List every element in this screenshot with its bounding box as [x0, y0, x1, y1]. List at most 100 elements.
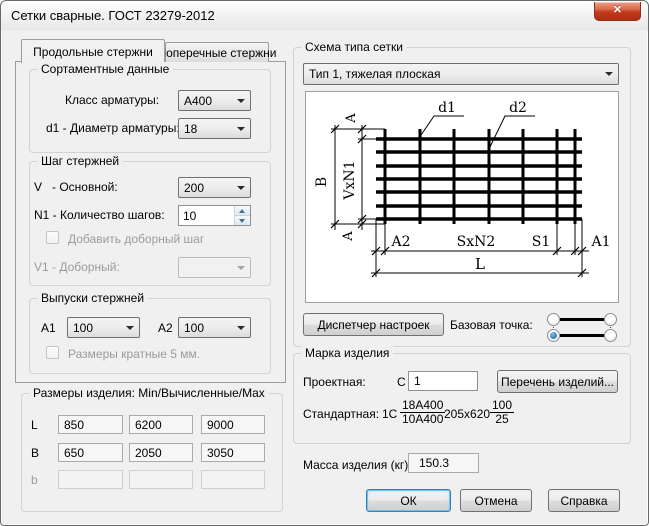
standard-mark-fraction-2: 100 25	[490, 399, 514, 426]
a2-outlet-select[interactable]: 100	[178, 317, 251, 338]
project-mark-prefix: С	[397, 375, 406, 389]
diagram-label-S1: S1	[532, 234, 551, 250]
diagram-label-d2: d2	[509, 100, 527, 116]
rebar-class-label: Класс арматуры:	[65, 93, 159, 107]
project-mark-input[interactable]	[408, 371, 478, 391]
spinner-up-button[interactable]	[235, 206, 250, 216]
multiple-of-5-checkbox-label: Размеры кратные 5 мм.	[68, 347, 200, 361]
diagram-label-A-top: A	[344, 113, 359, 124]
a1-outlet-value: 100	[73, 321, 122, 335]
standard-mark-prefix: 1С	[382, 407, 397, 421]
chevron-down-icon	[237, 326, 245, 330]
group-sortament-title: Сортаментные данные	[37, 62, 173, 76]
window-title: Сетки сварные. ГОСТ 23279-2012	[11, 8, 215, 23]
close-button[interactable]: ✕	[594, 2, 641, 21]
standard-mark-label: Стандартная:	[303, 407, 379, 421]
v1-extra-step-select	[178, 257, 251, 278]
diagram-label-SxN2: SxN2	[457, 234, 496, 250]
diagram-label-VxN1: VxN1	[342, 160, 358, 200]
group-step-title: Шаг стержней	[37, 154, 123, 168]
mass-field[interactable]	[408, 453, 479, 473]
title-bar: Сетки сварные. ГОСТ 23279-2012	[1, 1, 648, 30]
group-sortament	[29, 69, 271, 153]
n1-steps-count-input[interactable]	[179, 206, 234, 225]
group-mark-title: Марка изделия	[301, 346, 393, 360]
a2-outlet-label: A2	[158, 321, 173, 335]
mesh-type-select[interactable]: Тип 1, тяжелая плоская	[303, 63, 619, 85]
d1-diameter-value: 18	[184, 122, 233, 136]
size-b-calc-field	[129, 470, 193, 489]
group-mark	[293, 353, 631, 444]
diagram-label-B: B	[314, 177, 330, 187]
d1-diameter-label: d1 - Диаметр арматуры:	[46, 121, 180, 135]
dialog-window: Сетки сварные. ГОСТ 23279-2012 ✕ Продоль…	[0, 0, 649, 526]
base-point-label: Базовая точка:	[450, 318, 533, 332]
n1-steps-count-spinner[interactable]	[178, 205, 251, 226]
ok-button[interactable]: ОК	[366, 489, 451, 512]
fraction-numerator: 100	[490, 399, 514, 413]
mesh-type-value: Тип 1, тяжелая плоская	[309, 67, 601, 81]
diagram-label-A-bottom: A	[341, 231, 356, 242]
chevron-down-icon	[237, 186, 245, 190]
size-B-min-field[interactable]	[58, 443, 123, 462]
size-row-b-label: b	[31, 473, 38, 487]
chevron-down-icon	[237, 99, 245, 103]
n1-steps-count-label: N1 - Количество шагов:	[34, 208, 165, 222]
size-B-calc-field[interactable]	[129, 443, 193, 462]
mesh-diagram: d1 d2	[306, 92, 618, 302]
size-row-L-label: L	[31, 418, 38, 432]
mass-label: Масса изделия (кг):	[303, 458, 412, 472]
size-b-max-field	[201, 470, 265, 489]
base-point-radio-top-right[interactable]	[604, 313, 617, 326]
fraction-denominator: 25	[490, 413, 514, 426]
v-main-step-label: V - Основной:	[34, 180, 118, 194]
chevron-down-icon	[237, 266, 245, 270]
diagram-label-L: L	[475, 255, 485, 273]
standard-mark-fraction-1: 18A400 10A400	[400, 399, 445, 426]
d1-diameter-select[interactable]: 18	[178, 118, 251, 139]
standard-mark-size: 205x620	[444, 407, 490, 421]
base-point-radio-top-left[interactable]	[547, 313, 560, 326]
diagram-label-A2: A2	[390, 234, 410, 250]
rebar-class-select[interactable]: A400	[178, 90, 251, 111]
spinner-down-button[interactable]	[235, 216, 250, 225]
base-point-radio-bottom-right[interactable]	[604, 329, 617, 342]
extra-step-checkbox-label: Добавить доборный шаг	[68, 232, 204, 246]
group-sizes-title: Размеры изделия: Min/Вычисленные/Max	[29, 386, 269, 400]
v1-extra-step-label: V1 - Доборный:	[34, 260, 120, 274]
diagram-label-d1: d1	[438, 100, 456, 116]
cancel-button[interactable]: Отмена	[460, 489, 532, 512]
a1-outlet-select[interactable]: 100	[67, 317, 140, 338]
diagram-label-A1: A1	[590, 234, 610, 250]
mesh-diagram-panel: d1 d2	[305, 91, 619, 303]
spinner-buttons	[234, 206, 250, 225]
extra-step-checkbox[interactable]	[46, 231, 59, 244]
size-L-min-field[interactable]	[58, 415, 123, 434]
chevron-down-icon	[237, 127, 245, 131]
multiple-of-5-checkbox[interactable]	[46, 346, 59, 359]
help-button[interactable]: Справка	[548, 489, 620, 512]
chevron-down-icon	[605, 72, 613, 76]
size-L-calc-field[interactable]	[129, 415, 193, 434]
base-point-radio-bottom-left[interactable]	[547, 329, 560, 342]
size-b-min-field	[58, 470, 123, 489]
fraction-denominator: 10A400	[400, 413, 445, 426]
v-main-step-value: 200	[184, 181, 233, 195]
base-point-line-bottom	[560, 334, 604, 337]
fraction-numerator: 18A400	[400, 399, 445, 413]
base-point-selector	[547, 313, 617, 342]
project-mark-label: Проектная:	[303, 375, 366, 389]
tab-transverse-bars[interactable]: Поперечные стержни	[165, 42, 269, 62]
tab-longitudinal-bars[interactable]: Продольные стержни	[21, 39, 165, 63]
chevron-down-icon	[126, 326, 134, 330]
v-main-step-select[interactable]: 200	[178, 177, 251, 198]
product-list-button[interactable]: Перечень изделий...	[497, 370, 618, 393]
a1-outlet-label: A1	[41, 321, 56, 335]
group-outlets-title: Выпуски стержней	[37, 291, 148, 305]
size-L-max-field[interactable]	[201, 415, 265, 434]
size-row-B-label: B	[31, 446, 39, 460]
settings-manager-button[interactable]: Диспетчер настроек	[303, 313, 444, 336]
group-scheme-title: Схема типа сетки	[301, 40, 407, 54]
rebar-class-value: A400	[184, 94, 233, 108]
size-B-max-field[interactable]	[201, 443, 265, 462]
